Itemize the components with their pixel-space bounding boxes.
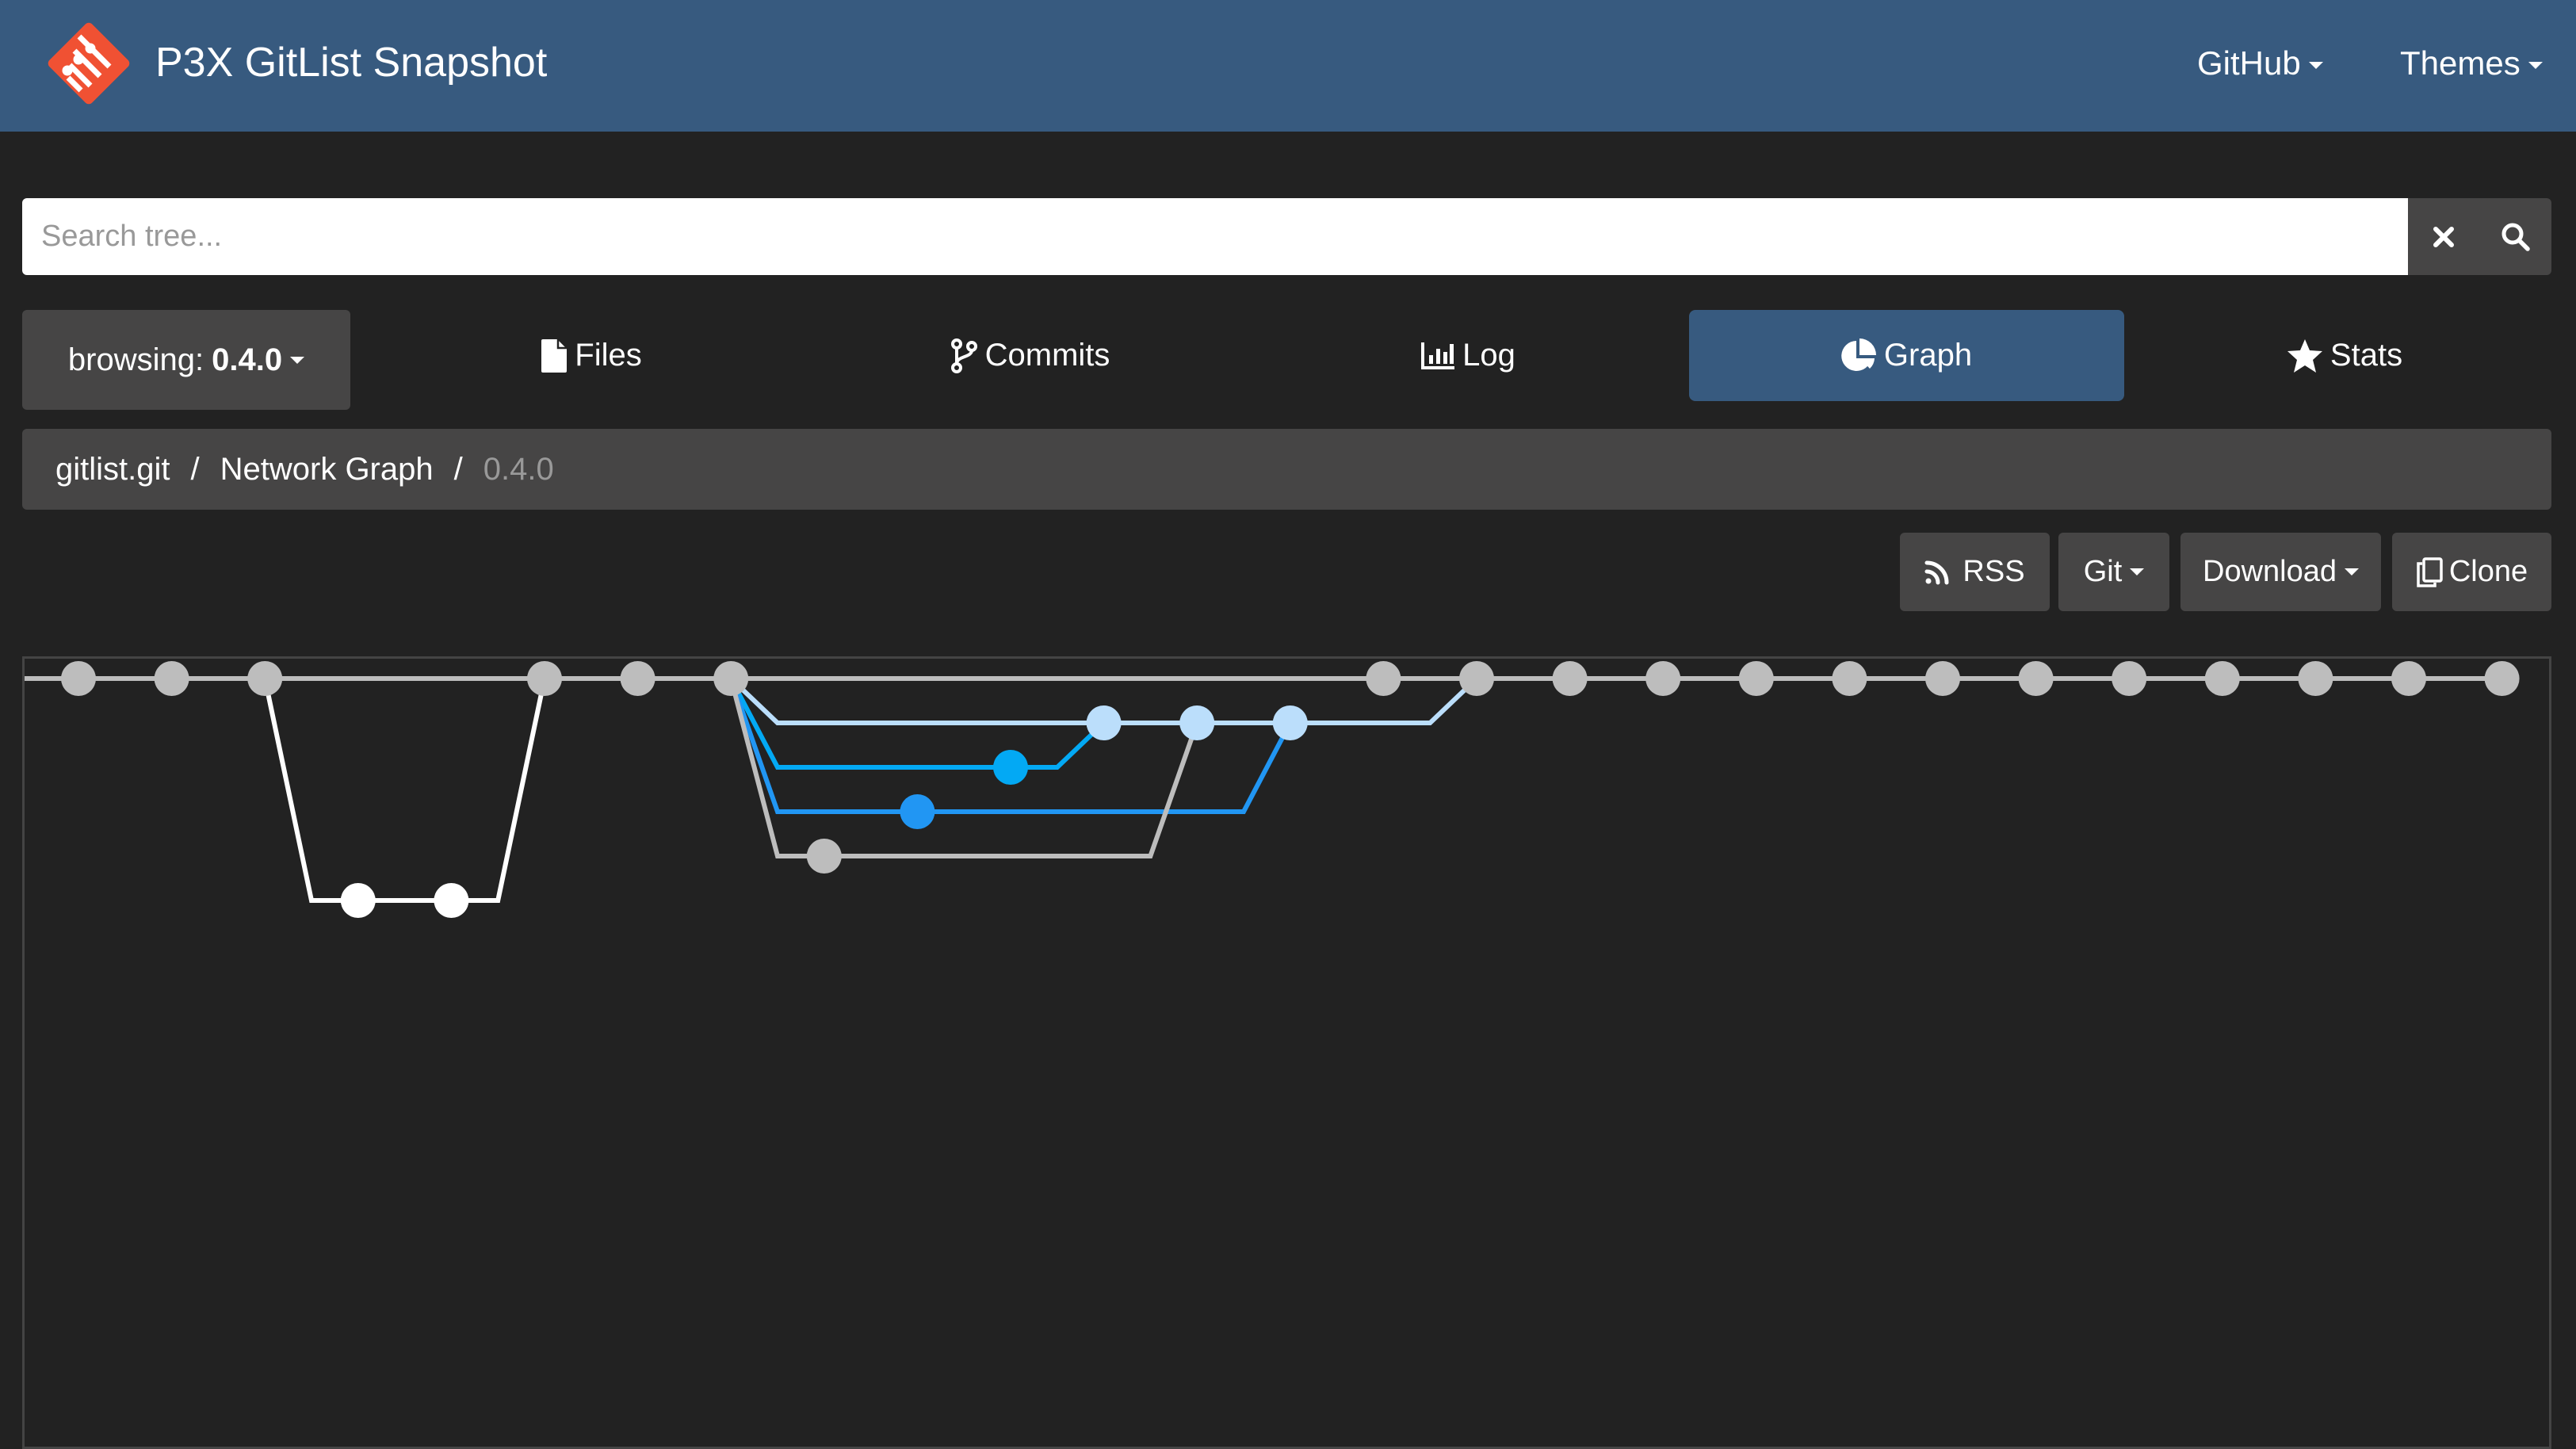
file-icon [541,338,568,373]
commit-node[interactable] [247,661,283,696]
commit-node[interactable] [900,794,935,829]
browsing-ref-dropdown[interactable]: browsing: 0.4.0 [22,310,350,410]
commit-node[interactable] [2484,661,2520,696]
rss-button[interactable]: RSS [1900,533,2050,611]
caret-down-icon [290,356,305,364]
network-graph-canvas[interactable] [25,659,2549,1447]
breadcrumb-repo[interactable]: gitlist.git [55,452,170,487]
github-menu[interactable]: GitHub [2197,38,2323,89]
commit-node[interactable] [434,883,469,918]
clear-search-button[interactable] [2408,198,2480,275]
commit-node[interactable] [1272,705,1308,740]
rss-label: RSS [1963,555,2025,588]
browsing-label: browsing: [67,342,204,377]
navbar: P3X GitList Snapshot GitHub Themes [0,0,2576,132]
commit-node[interactable] [1738,661,1774,696]
commit-node[interactable] [2018,661,2054,696]
breadcrumb-current: 0.4.0 [483,451,554,487]
commit-node[interactable] [340,883,376,918]
git-dropdown[interactable]: Git [2058,533,2169,611]
commit-node[interactable] [1179,705,1215,740]
download-label: Download [2203,555,2337,588]
search-button[interactable] [2480,198,2552,275]
tab-log[interactable]: Log [1251,310,1686,401]
commit-node[interactable] [527,661,562,696]
close-icon [2433,226,2455,247]
branch-line-blue-branch [728,678,1293,814]
commit-node[interactable] [806,839,842,874]
commit-node[interactable] [620,661,655,696]
search-icon [2501,223,2530,251]
tab-stats-label: Stats [2329,338,2403,373]
tab-commits-label: Commits [984,338,1110,373]
commit-node[interactable] [713,661,749,696]
commit-node[interactable] [1086,705,1122,740]
themes-menu-label: Themes [2400,44,2521,82]
commit-node[interactable] [2391,661,2426,696]
commit-node[interactable] [993,750,1028,785]
browsing-ref: 0.4.0 [212,342,283,377]
caret-down-icon [2308,62,2323,70]
search-button-group [2408,198,2551,275]
commit-node[interactable] [1645,661,1681,696]
commit-node[interactable] [2298,661,2333,696]
commit-node[interactable] [1366,661,1401,696]
tab-stats[interactable]: Stats [2127,310,2563,401]
breadcrumb-network-graph[interactable]: Network Graph [220,452,434,487]
commit-node[interactable] [61,661,96,696]
commit-node[interactable] [1925,661,1960,696]
download-dropdown[interactable]: Download [2180,533,2381,611]
tab-graph[interactable]: Graph [1689,310,2124,401]
tab-files[interactable]: Files [374,310,809,401]
themes-menu[interactable]: Themes [2400,38,2543,89]
gitlist-logo-icon[interactable] [44,19,133,108]
commit-node[interactable] [2204,661,2240,696]
star-icon [2287,338,2322,373]
breadcrumb: gitlist.git / Network Graph / 0.4.0 [22,429,2551,510]
network-graph [22,656,2551,1449]
app-title[interactable]: P3X GitList Snapshot [155,35,547,90]
commit-node[interactable] [1459,661,1494,696]
tab-log-label: Log [1462,338,1515,373]
branch-line-white-branch [262,678,547,903]
tab-commits[interactable]: Commits [812,310,1248,401]
tab-graph-label: Graph [1883,338,1973,373]
clone-label: Clone [2448,555,2528,588]
search-bar [22,198,2551,275]
caret-down-icon [2345,568,2359,575]
commit-node[interactable] [154,661,189,696]
commit-node[interactable] [1552,661,1588,696]
code-branch-icon [950,338,977,373]
rss-icon [1924,560,1950,585]
commit-node[interactable] [1832,661,1867,696]
tab-files-label: Files [575,338,642,373]
commit-node[interactable] [2112,661,2147,696]
clone-button[interactable]: Clone [2392,533,2551,611]
breadcrumb-separator: / [190,451,200,487]
search-input[interactable] [22,198,2408,275]
copy-icon [2416,556,2443,587]
caret-down-icon [2130,568,2145,575]
github-menu-label: GitHub [2197,44,2301,82]
caret-down-icon [2528,62,2543,70]
git-label: Git [2083,555,2123,588]
chart-pie-icon [1841,338,1876,373]
breadcrumb-separator: / [453,451,463,487]
chart-bar-icon [1421,342,1455,369]
repo-tabs: Files Commits Log Graph Stats [373,310,2564,401]
